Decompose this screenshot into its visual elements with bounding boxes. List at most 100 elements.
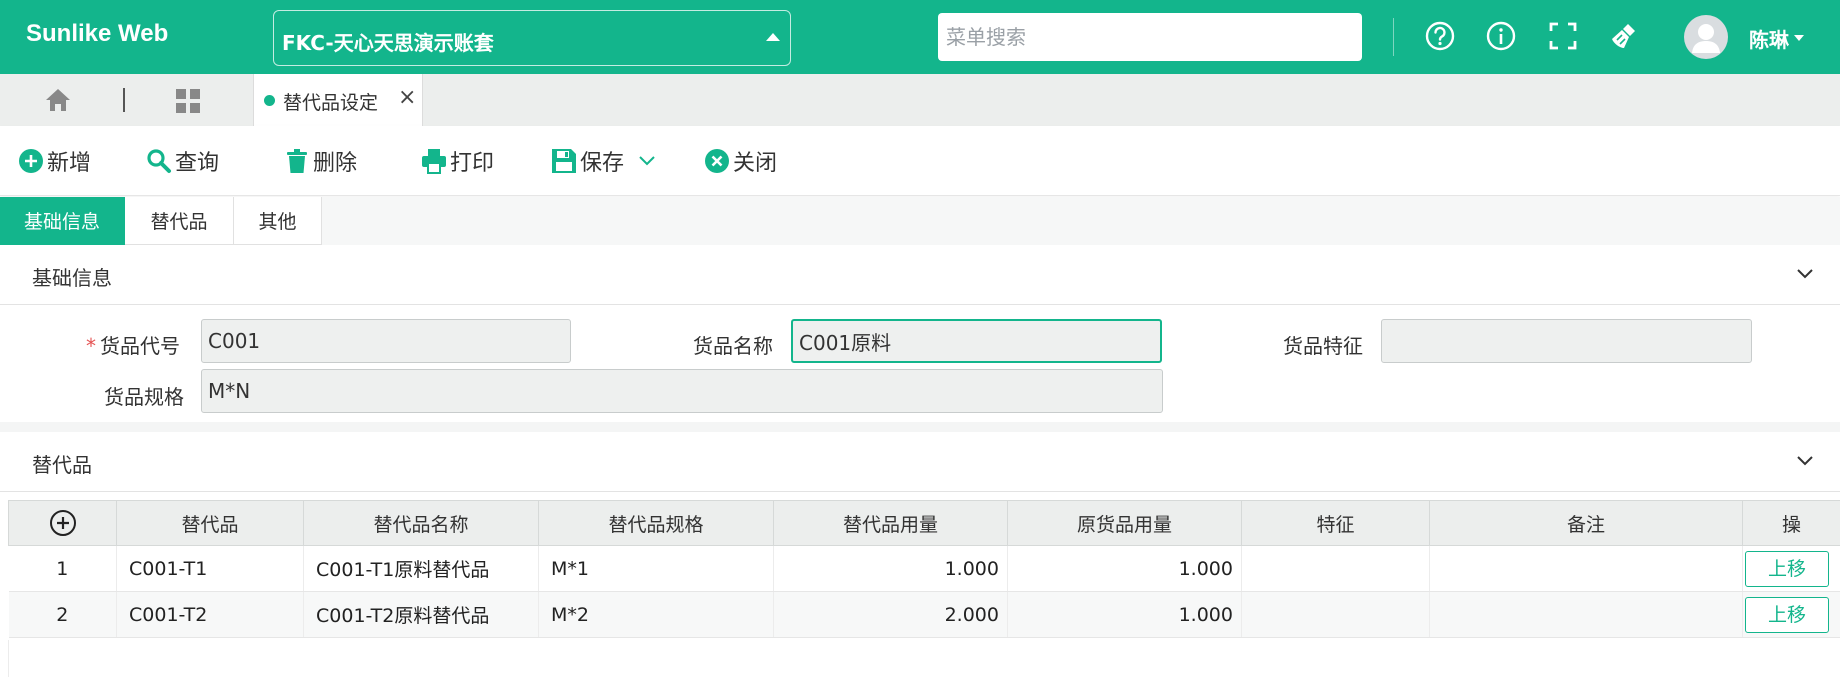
close-circle-icon bbox=[705, 149, 729, 173]
chevron-down-icon[interactable] bbox=[1794, 35, 1804, 41]
chevron-down-icon[interactable] bbox=[1796, 267, 1814, 281]
column-header-remark[interactable]: 备注 bbox=[1429, 500, 1743, 546]
query-button[interactable]: 查询 bbox=[146, 144, 219, 178]
top-header: Sunlike Web FKC-天心天思演示账套 陈琳 bbox=[0, 0, 1840, 74]
item-code-label: * 货品代号 bbox=[86, 330, 180, 359]
basic-info-section-title: 基础信息 bbox=[32, 266, 112, 290]
item-name-label: 货品名称 bbox=[693, 334, 773, 358]
row-number: 1 bbox=[8, 545, 117, 592]
tab-substitutes[interactable]: 替代品 bbox=[125, 197, 234, 245]
cell-substitute-code[interactable]: C001-T1 bbox=[116, 545, 304, 592]
cell-remark[interactable] bbox=[1429, 591, 1743, 638]
section-gap bbox=[0, 422, 1840, 432]
page-tab-bar: 替代品设定 × bbox=[0, 74, 1840, 126]
required-mark: * bbox=[86, 334, 96, 358]
save-button-label: 保存 bbox=[580, 151, 625, 176]
close-page-button-label: 关闭 bbox=[733, 151, 778, 176]
account-selector-value: FKC-天心天思演示账套 bbox=[282, 31, 494, 55]
floppy-disk-icon bbox=[552, 149, 576, 173]
substitutes-table: 替代品 替代品名称 替代品规格 替代品用量 原货品用量 特征 备注 操 1 C0… bbox=[8, 500, 1840, 638]
cell-original-qty[interactable]: 1.000 bbox=[1007, 591, 1242, 638]
close-page-button[interactable]: 关闭 bbox=[704, 144, 777, 178]
info-icon[interactable] bbox=[1485, 20, 1517, 52]
caret-up-icon bbox=[766, 33, 780, 41]
move-up-button[interactable]: 上移 bbox=[1745, 596, 1829, 633]
column-header-action[interactable]: 操 bbox=[1742, 500, 1840, 546]
cell-feature[interactable] bbox=[1241, 545, 1430, 592]
home-icon[interactable] bbox=[45, 88, 71, 112]
action-toolbar: 新增 查询 删除 打印 保存 关闭 bbox=[0, 126, 1840, 196]
chevron-down-icon[interactable] bbox=[1796, 454, 1814, 468]
item-code-field[interactable] bbox=[201, 319, 571, 363]
header-divider bbox=[1393, 18, 1394, 56]
close-icon[interactable]: × bbox=[398, 86, 416, 110]
cell-feature[interactable] bbox=[1241, 591, 1430, 638]
row-number: 2 bbox=[8, 591, 117, 638]
add-circle-icon bbox=[19, 149, 43, 173]
add-button-label: 新增 bbox=[47, 151, 92, 176]
table-header-row: 替代品 替代品名称 替代品规格 替代品用量 原货品用量 特征 备注 操 bbox=[8, 500, 1840, 546]
cell-substitute-name[interactable]: C001-T2原料替代品 bbox=[303, 591, 539, 638]
account-selector[interactable]: FKC-天心天思演示账套 bbox=[273, 10, 791, 66]
cell-substitute-code[interactable]: C001-T2 bbox=[116, 591, 304, 638]
add-row-header[interactable] bbox=[8, 500, 117, 546]
table-row[interactable]: 2 C001-T2 C001-T2原料替代品 M*2 2.000 1.000 上… bbox=[8, 591, 1840, 638]
item-feature-label: 货品特征 bbox=[1283, 334, 1363, 358]
delete-button[interactable]: 删除 bbox=[284, 144, 357, 178]
column-header-feature[interactable]: 特征 bbox=[1241, 500, 1430, 546]
print-button-label: 打印 bbox=[450, 151, 495, 176]
print-button[interactable]: 打印 bbox=[421, 144, 494, 178]
table-empty-area bbox=[8, 640, 1840, 677]
clear-cache-broom-icon[interactable] bbox=[1608, 20, 1640, 52]
basic-info-section-header[interactable]: 基础信息 bbox=[0, 245, 1840, 305]
cell-substitute-spec[interactable]: M*2 bbox=[538, 591, 774, 638]
search-icon bbox=[147, 149, 171, 173]
avatar[interactable] bbox=[1684, 15, 1728, 59]
item-code-label-text: 货品代号 bbox=[100, 334, 180, 358]
cell-substitute-spec[interactable]: M*1 bbox=[538, 545, 774, 592]
save-button[interactable]: 保存 bbox=[551, 144, 624, 178]
form-tabs: 基础信息 替代品 其他 bbox=[0, 197, 322, 245]
menu-search-input[interactable] bbox=[938, 13, 1362, 61]
item-feature-field[interactable] bbox=[1381, 319, 1752, 363]
cell-action: 上移 bbox=[1742, 591, 1840, 638]
column-header-original-qty[interactable]: 原货品用量 bbox=[1007, 500, 1242, 546]
cell-substitute-qty[interactable]: 1.000 bbox=[773, 545, 1008, 592]
user-avatar-icon bbox=[1692, 24, 1720, 53]
brand-logo: Sunlike Web bbox=[26, 20, 169, 47]
move-up-button[interactable]: 上移 bbox=[1745, 550, 1829, 587]
cell-substitute-name[interactable]: C001-T1原料替代品 bbox=[303, 545, 539, 592]
username[interactable]: 陈琳 bbox=[1749, 24, 1789, 53]
tab-other[interactable]: 其他 bbox=[234, 197, 322, 245]
cell-action: 上移 bbox=[1742, 545, 1840, 592]
column-header-substitute-spec[interactable]: 替代品规格 bbox=[538, 500, 774, 546]
item-spec-field[interactable] bbox=[201, 369, 1163, 413]
tab-substitute-setting[interactable]: 替代品设定 × bbox=[253, 74, 423, 126]
delete-button-label: 删除 bbox=[313, 151, 358, 176]
active-tab-dot bbox=[264, 95, 275, 106]
add-row-icon[interactable] bbox=[49, 509, 77, 537]
help-icon[interactable] bbox=[1424, 20, 1456, 52]
column-header-substitute[interactable]: 替代品 bbox=[116, 500, 304, 546]
chevron-down-icon[interactable] bbox=[638, 154, 656, 168]
substitutes-section-header[interactable]: 替代品 bbox=[0, 432, 1840, 492]
item-name-field[interactable] bbox=[791, 319, 1162, 363]
add-button[interactable]: 新增 bbox=[18, 144, 91, 178]
column-header-substitute-qty[interactable]: 替代品用量 bbox=[773, 500, 1008, 546]
cell-original-qty[interactable]: 1.000 bbox=[1007, 545, 1242, 592]
tab-label: 替代品设定 bbox=[283, 92, 379, 114]
tab-basic-info[interactable]: 基础信息 bbox=[0, 197, 125, 245]
query-button-label: 查询 bbox=[175, 151, 220, 176]
column-header-substitute-name[interactable]: 替代品名称 bbox=[303, 500, 539, 546]
item-spec-label: 货品规格 bbox=[104, 385, 184, 409]
table-row[interactable]: 1 C001-T1 C001-T1原料替代品 M*1 1.000 1.000 上… bbox=[8, 545, 1840, 592]
trash-icon bbox=[287, 149, 307, 173]
form-tab-strip bbox=[322, 197, 1840, 245]
cell-substitute-qty[interactable]: 2.000 bbox=[773, 591, 1008, 638]
printer-icon bbox=[422, 149, 446, 174]
fullscreen-icon[interactable] bbox=[1547, 20, 1579, 52]
apps-grid-icon[interactable] bbox=[175, 88, 201, 114]
substitutes-section-title: 替代品 bbox=[32, 453, 92, 477]
tabbar-divider bbox=[123, 88, 125, 112]
cell-remark[interactable] bbox=[1429, 545, 1743, 592]
